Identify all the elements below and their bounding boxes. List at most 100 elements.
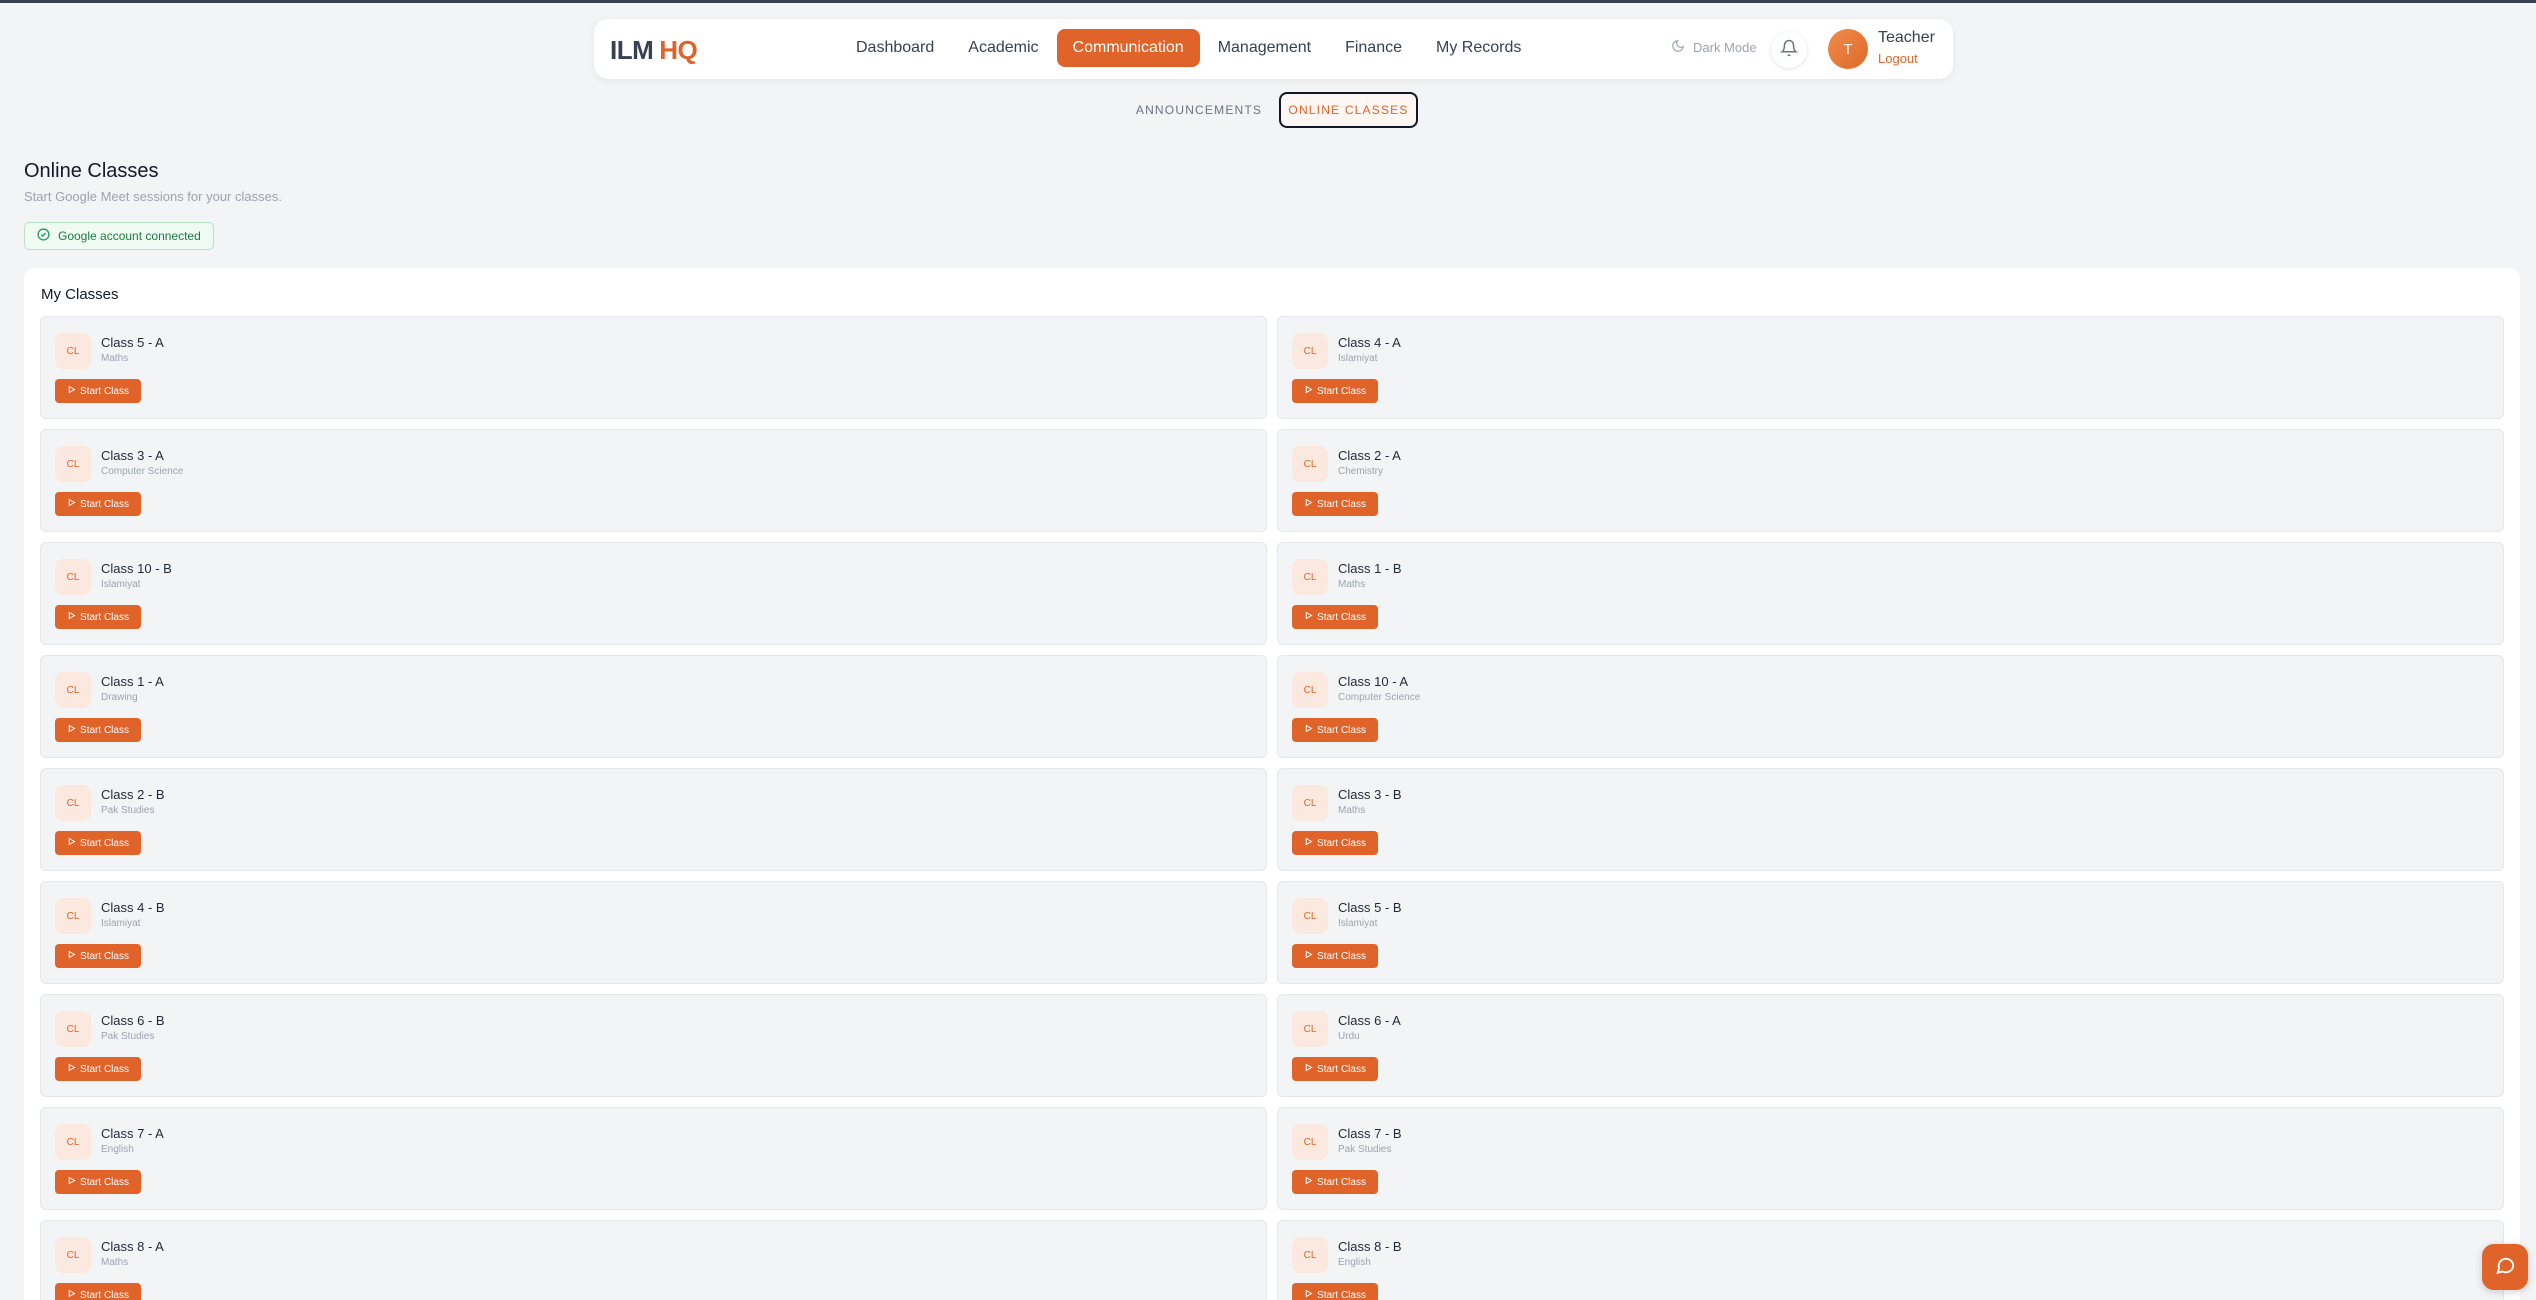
class-card: CL Class 2 - A Chemistry Start Class [1277, 429, 2504, 532]
class-name: Class 8 - B [1338, 1239, 1402, 1254]
start-class-label: Start Class [80, 1176, 129, 1188]
class-name: Class 5 - A [101, 335, 164, 350]
dark-mode-toggle[interactable]: Dark Mode [1671, 39, 1757, 56]
user-avatar[interactable]: T [1828, 29, 1868, 69]
nav-link-my-records[interactable]: My Records [1420, 29, 1537, 67]
start-class-button[interactable]: Start Class [1292, 605, 1378, 629]
class-card: CL Class 5 - B Islamiyat Start Class [1277, 881, 2504, 984]
class-name: Class 7 - A [101, 1126, 164, 1141]
class-badge: CL [1292, 1011, 1328, 1047]
start-class-button[interactable]: Start Class [1292, 831, 1378, 855]
start-class-label: Start Class [80, 611, 129, 623]
notifications-button[interactable] [1771, 32, 1807, 68]
start-class-label: Start Class [1317, 611, 1366, 623]
class-name: Class 3 - B [1338, 787, 1402, 802]
start-class-label: Start Class [80, 385, 129, 397]
start-class-button[interactable]: Start Class [1292, 492, 1378, 516]
class-card: CL Class 8 - B English Start Class [1277, 1220, 2504, 1300]
class-card: CL Class 5 - A Maths Start Class [40, 316, 1267, 419]
start-class-button[interactable]: Start Class [55, 1170, 141, 1194]
panel-title: My Classes [41, 286, 119, 303]
start-class-button[interactable]: Start Class [1292, 944, 1378, 968]
class-name: Class 5 - B [1338, 900, 1402, 915]
start-class-button[interactable]: Start Class [55, 831, 141, 855]
play-icon [1304, 498, 1313, 510]
class-name: Class 2 - B [101, 787, 165, 802]
play-icon [67, 385, 76, 397]
class-subject: English [101, 1144, 134, 1155]
class-name: Class 8 - A [101, 1239, 164, 1254]
start-class-button[interactable]: Start Class [1292, 1283, 1378, 1300]
class-card: CL Class 3 - A Computer Science Start Class [40, 429, 1267, 532]
class-badge: CL [1292, 1237, 1328, 1273]
start-class-button[interactable]: Start Class [55, 944, 141, 968]
class-name: Class 2 - A [1338, 448, 1401, 463]
nav-link-dashboard[interactable]: Dashboard [840, 29, 950, 67]
play-icon [1304, 1289, 1313, 1300]
play-icon [1304, 724, 1313, 736]
play-icon [67, 724, 76, 736]
class-subject: Maths [101, 1257, 129, 1268]
start-class-button[interactable]: Start Class [1292, 718, 1378, 742]
start-class-label: Start Class [80, 724, 129, 736]
class-badge: CL [55, 672, 91, 708]
class-card: CL Class 8 - A Maths Start Class [40, 1220, 1267, 1300]
start-class-label: Start Class [1317, 1289, 1366, 1300]
class-badge: CL [1292, 559, 1328, 595]
start-class-button[interactable]: Start Class [55, 605, 141, 629]
class-badge: CL [55, 785, 91, 821]
class-card: CL Class 7 - A English Start Class [40, 1107, 1267, 1210]
start-class-label: Start Class [1317, 1176, 1366, 1188]
class-card: CL Class 3 - B Maths Start Class [1277, 768, 2504, 871]
start-class-button[interactable]: Start Class [55, 492, 141, 516]
class-card: CL Class 10 - A Computer Science Start Clas… [1277, 655, 2504, 758]
chat-button[interactable] [2482, 1244, 2528, 1290]
start-class-label: Start Class [80, 1063, 129, 1075]
start-class-label: Start Class [1317, 950, 1366, 962]
play-icon [1304, 385, 1313, 397]
start-class-button[interactable]: Start Class [1292, 1057, 1378, 1081]
start-class-label: Start Class [80, 498, 129, 510]
play-icon [67, 1289, 76, 1300]
class-name: Class 10 - B [101, 561, 172, 576]
classes-grid: CL Class 5 - A Maths Start Class CL Class 4 -… [40, 316, 2504, 1300]
class-subject: Computer Science [101, 466, 184, 477]
start-class-button[interactable]: Start Class [55, 1057, 141, 1081]
class-name: Class 6 - A [1338, 1013, 1401, 1028]
start-class-button[interactable]: Start Class [55, 718, 141, 742]
class-card: CL Class 10 - B Islamiyat Start Class [40, 542, 1267, 645]
tab-online-classes[interactable]: Online Classes [1279, 92, 1418, 128]
google-connected-badge: Google account connected [24, 222, 214, 250]
class-badge: CL [1292, 446, 1328, 482]
start-class-label: Start Class [1317, 1063, 1366, 1075]
nav-link-communication[interactable]: Communication [1056, 29, 1200, 67]
app-logo[interactable]: ILM HQ [610, 35, 698, 66]
page-subtitle: Start Google Meet sessions for your clas… [24, 189, 282, 204]
play-icon [1304, 950, 1313, 962]
play-icon [1304, 1176, 1313, 1188]
start-class-button[interactable]: Start Class [1292, 379, 1378, 403]
start-class-label: Start Class [80, 837, 129, 849]
nav-link-finance[interactable]: Finance [1329, 29, 1418, 67]
dark-mode-label: Dark Mode [1693, 40, 1757, 55]
class-subject: English [1338, 1257, 1371, 1268]
class-name: Class 1 - A [101, 674, 164, 689]
class-subject: Maths [101, 353, 129, 364]
start-class-button[interactable]: Start Class [55, 379, 141, 403]
start-class-button[interactable]: Start Class [55, 1283, 141, 1300]
class-name: Class 3 - A [101, 448, 164, 463]
nav-link-academic[interactable]: Academic [952, 29, 1054, 67]
class-name: Class 6 - B [101, 1013, 165, 1028]
tab-announcements[interactable]: Announcements [1130, 92, 1268, 128]
start-class-button[interactable]: Start Class [1292, 1170, 1378, 1194]
class-subject: Islamiyat [1338, 353, 1378, 364]
start-class-label: Start Class [1317, 385, 1366, 397]
start-class-label: Start Class [1317, 498, 1366, 510]
play-icon [1304, 1063, 1313, 1075]
check-circle-icon [37, 228, 50, 244]
class-card: CL Class 2 - B Pak Studies Start Class [40, 768, 1267, 871]
nav-link-management[interactable]: Management [1202, 29, 1327, 67]
play-icon [67, 1176, 76, 1188]
class-name: Class 10 - A [1338, 674, 1409, 689]
logout-link[interactable]: Logout [1878, 51, 1918, 66]
